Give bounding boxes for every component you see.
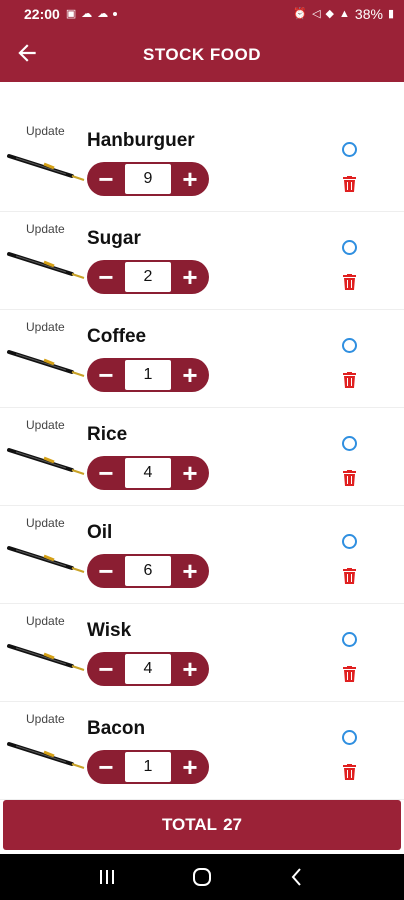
- pen-icon[interactable]: [6, 726, 88, 772]
- select-radio[interactable]: [342, 338, 357, 353]
- pen-icon[interactable]: [6, 138, 88, 184]
- alarm-icon: ⏰: [293, 7, 308, 20]
- system-nav-bar: [0, 854, 404, 900]
- list-item: Update Oil −6 +: [0, 506, 404, 604]
- status-time: 22:00: [24, 6, 60, 22]
- list-item: Update Coffee −1 +: [0, 310, 404, 408]
- mute-icon: ◁: [312, 7, 321, 20]
- item-name: Wisk: [87, 620, 132, 641]
- update-label[interactable]: Update: [26, 222, 65, 236]
- pen-icon[interactable]: [6, 432, 88, 478]
- system-icons: ⏰ ◁ ◆ ▲ 38% ▮: [293, 6, 394, 22]
- cloud-icon: ☁: [81, 7, 93, 20]
- decrement-button[interactable]: −: [87, 162, 125, 196]
- app-bar: STOCK FOOD: [0, 28, 404, 82]
- select-radio[interactable]: [342, 240, 357, 255]
- quantity-field[interactable]: 6: [125, 556, 171, 586]
- trash-icon[interactable]: [343, 764, 356, 780]
- item-name: Rice: [87, 424, 128, 445]
- list-item: Update Rice −4 +: [0, 408, 404, 506]
- decrement-button[interactable]: −: [87, 750, 125, 784]
- battery-percent: 38%: [354, 6, 383, 22]
- pen-icon[interactable]: [6, 236, 88, 282]
- back-icon[interactable]: [285, 865, 309, 889]
- page-title: STOCK FOOD: [142, 45, 262, 64]
- quantity-stepper: −4 +: [87, 652, 209, 686]
- update-label[interactable]: Update: [26, 320, 65, 334]
- update-label[interactable]: Update: [26, 614, 65, 628]
- select-radio[interactable]: [342, 142, 357, 157]
- pen-icon[interactable]: [6, 530, 88, 576]
- quantity-field[interactable]: 9: [125, 164, 171, 194]
- quantity-stepper: −2 +: [87, 260, 209, 294]
- update-label[interactable]: Update: [26, 516, 65, 530]
- total-label: TOTAL: [161, 815, 218, 834]
- select-radio[interactable]: [342, 534, 357, 549]
- update-label[interactable]: Update: [26, 124, 65, 138]
- quantity-field[interactable]: 1: [125, 360, 171, 390]
- quantity-field[interactable]: 1: [125, 752, 171, 782]
- trash-icon[interactable]: [343, 372, 356, 388]
- trash-icon[interactable]: [343, 666, 356, 682]
- quantity-stepper: −6 +: [87, 554, 209, 588]
- quantity-stepper: −9 +: [87, 162, 209, 196]
- calendar-icon: ▣: [65, 7, 77, 20]
- decrement-button[interactable]: −: [87, 554, 125, 588]
- battery-icon: ▮: [387, 7, 394, 20]
- decrement-button[interactable]: −: [87, 652, 125, 686]
- update-label[interactable]: Update: [26, 712, 65, 726]
- increment-button[interactable]: +: [171, 162, 209, 196]
- pen-icon[interactable]: [6, 334, 88, 380]
- increment-button[interactable]: +: [171, 652, 209, 686]
- pen-icon[interactable]: [6, 628, 88, 674]
- trash-icon[interactable]: [343, 568, 356, 584]
- cloud-icon: ☁: [97, 7, 109, 20]
- trash-icon[interactable]: [343, 470, 356, 486]
- increment-button[interactable]: +: [171, 456, 209, 490]
- trash-icon[interactable]: [343, 274, 356, 290]
- quantity-field[interactable]: 4: [125, 458, 171, 488]
- wifi-icon: ◆: [325, 7, 335, 20]
- decrement-button[interactable]: −: [87, 358, 125, 392]
- status-bar: 22:00 ▣ ☁ ☁ ⏰ ◁ ◆ ▲ 38% ▮: [0, 0, 404, 28]
- list-item: Update Hanburguer −9 +: [0, 114, 404, 212]
- item-name: Hanburguer: [87, 130, 195, 151]
- signal-icon: ▲: [339, 7, 350, 20]
- quantity-stepper: −4 +: [87, 456, 209, 490]
- total-button[interactable]: TOTAL 27: [3, 800, 401, 850]
- item-name: Coffee: [87, 326, 147, 347]
- quantity-field[interactable]: 2: [125, 262, 171, 292]
- select-radio[interactable]: [342, 730, 357, 745]
- item-name: Sugar: [87, 228, 141, 249]
- stock-list: Update Hanburguer −9 + Update Sugar −2 + Update C…: [0, 114, 404, 800]
- decrement-button[interactable]: −: [87, 260, 125, 294]
- back-arrow-icon[interactable]: [14, 40, 40, 66]
- select-radio[interactable]: [342, 632, 357, 647]
- item-name: Bacon: [87, 718, 146, 739]
- total-value: 27: [223, 815, 242, 834]
- quantity-stepper: −1 +: [87, 358, 209, 392]
- list-item: Update Bacon −1 +: [0, 702, 404, 800]
- increment-button[interactable]: +: [171, 260, 209, 294]
- increment-button[interactable]: +: [171, 358, 209, 392]
- notification-icons: ▣ ☁ ☁: [65, 7, 118, 20]
- more-notifications-icon: [113, 12, 118, 16]
- trash-icon[interactable]: [343, 176, 356, 192]
- list-item: Update Sugar −2 +: [0, 212, 404, 310]
- select-radio[interactable]: [342, 436, 357, 451]
- recent-apps-icon[interactable]: [95, 865, 119, 889]
- increment-button[interactable]: +: [171, 750, 209, 784]
- quantity-stepper: −1 +: [87, 750, 209, 784]
- list-item: Update Wisk −4 +: [0, 604, 404, 702]
- update-label[interactable]: Update: [26, 418, 65, 432]
- increment-button[interactable]: +: [171, 554, 209, 588]
- quantity-field[interactable]: 4: [125, 654, 171, 684]
- home-icon[interactable]: [190, 865, 214, 889]
- item-name: Oil: [87, 522, 113, 543]
- decrement-button[interactable]: −: [87, 456, 125, 490]
